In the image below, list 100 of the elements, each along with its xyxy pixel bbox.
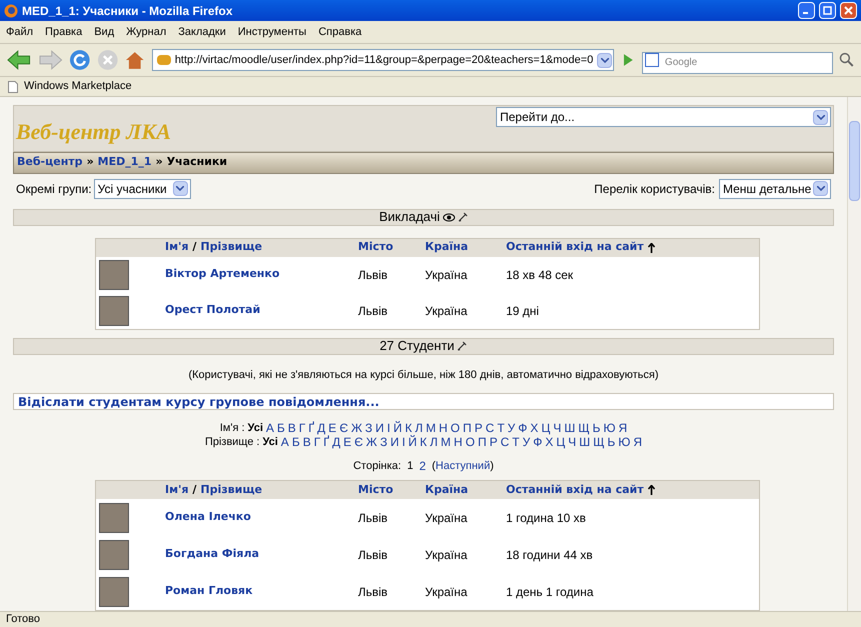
page-link[interactable]: 2 <box>419 457 426 475</box>
letter-filter-link[interactable]: К <box>420 435 427 449</box>
letter-filter-link[interactable]: Ч <box>568 435 576 449</box>
sort-link[interactable]: Останній вхід на сайт <box>506 239 644 256</box>
letter-filter-link[interactable]: Р <box>489 435 498 449</box>
search-field[interactable]: Google <box>642 52 834 74</box>
letter-filter-link[interactable]: М <box>440 435 451 449</box>
next-page-link[interactable]: Наступний <box>436 458 490 474</box>
groups-dropdown[interactable]: Усі учасники <box>94 178 191 198</box>
letter-filter-link[interactable]: А <box>280 435 289 449</box>
edit-icon[interactable] <box>458 212 468 222</box>
maximize-button[interactable] <box>819 2 836 19</box>
letter-filter-link[interactable]: Н <box>438 421 448 435</box>
letter-filter-link[interactable]: Й <box>408 435 417 449</box>
letter-filter-link[interactable]: Ф <box>518 421 528 435</box>
letter-filter-link[interactable]: П <box>478 435 486 449</box>
sort-link[interactable]: Прізвище <box>200 482 262 498</box>
letter-filter-link[interactable]: Ч <box>553 421 562 435</box>
letter-filter-link[interactable]: Я <box>633 435 642 449</box>
letter-filter-link[interactable]: Ю <box>603 421 616 435</box>
scrollbar[interactable] <box>847 97 861 611</box>
letter-filter-link[interactable]: Б <box>292 435 300 449</box>
sort-link[interactable]: Місто <box>358 239 425 256</box>
letter-filter-link[interactable]: Ґ <box>323 435 330 449</box>
letter-filter-link[interactable]: Ш <box>564 421 576 435</box>
search-icon[interactable] <box>839 52 855 68</box>
page-link[interactable]: 1 <box>407 458 414 474</box>
user-name-link[interactable]: Роман Гловяк <box>165 583 358 600</box>
letter-filter-link[interactable]: Ю <box>618 435 630 449</box>
letter-filter-link[interactable]: Є <box>354 435 363 449</box>
menu-item[interactable]: Справка <box>316 24 364 40</box>
letter-filter-link[interactable]: Д <box>332 435 340 449</box>
sort-link[interactable]: Ім'я <box>165 482 189 498</box>
user-name-link[interactable]: Олена Ілечко <box>165 509 358 526</box>
letter-filter-link[interactable]: Н <box>454 435 462 449</box>
letter-filter-link[interactable]: О <box>450 421 460 435</box>
letter-filter-link[interactable]: У <box>508 421 516 435</box>
letter-filter-link[interactable]: И <box>390 435 399 449</box>
letter-filter-link[interactable]: В <box>302 435 311 449</box>
letter-filter-link[interactable]: А <box>266 421 274 435</box>
letter-filter-link[interactable]: Ц <box>541 421 550 435</box>
letter-filter-link[interactable]: П <box>462 421 472 435</box>
sort-link[interactable]: Останній вхід на сайт <box>506 482 644 498</box>
sort-link[interactable]: Місто <box>358 482 425 498</box>
letter-filter-link[interactable]: Г <box>298 421 306 435</box>
letter-filter-link[interactable]: Ш <box>579 435 590 449</box>
letter-filter-link[interactable]: Р <box>474 421 483 435</box>
letter-filter-link[interactable]: Й <box>393 421 402 435</box>
breadcrumb-link[interactable]: Веб-центр <box>17 154 83 171</box>
letter-filter-link[interactable]: Т <box>512 435 520 449</box>
letter-filter-link[interactable]: І <box>387 421 390 435</box>
letter-filter-link[interactable]: Ґ <box>308 421 314 435</box>
letter-filter-link[interactable]: Ь <box>607 435 616 449</box>
letter-filter-link[interactable]: Х <box>530 421 538 435</box>
letter-filter-link[interactable]: Ж <box>366 435 378 449</box>
letter-filter-link[interactable]: Б <box>277 421 285 435</box>
back-arrow-icon[interactable] <box>6 49 32 71</box>
menu-item[interactable]: Инструменты <box>236 24 308 40</box>
user-name-link[interactable]: Орест Полотай <box>165 302 358 319</box>
breadcrumb-link[interactable]: MED_1_1 <box>98 154 152 171</box>
letter-filter-link[interactable]: С <box>486 421 494 435</box>
letter-filter-link[interactable]: У <box>522 435 530 449</box>
letter-filter-link[interactable]: Х <box>545 435 554 449</box>
edit-icon[interactable] <box>457 341 468 351</box>
letter-filter-link[interactable]: Щ <box>578 421 590 435</box>
user-name-link[interactable]: Віктор Артеменко <box>165 266 358 283</box>
menu-item[interactable]: Журнал <box>124 24 168 40</box>
letter-filter-link[interactable]: З <box>380 435 388 449</box>
menu-item[interactable]: Файл <box>4 24 36 40</box>
letter-filter-link[interactable]: Г <box>314 435 320 449</box>
letter-filter-link[interactable]: М <box>426 421 436 435</box>
letter-filter-link[interactable]: Усі <box>248 421 263 435</box>
letter-filter-link[interactable]: Я <box>618 421 628 435</box>
letter-filter-link[interactable]: В <box>288 421 296 435</box>
reload-icon[interactable] <box>69 49 91 71</box>
menu-item[interactable]: Вид <box>92 24 116 40</box>
letter-filter-link[interactable]: Е <box>328 421 336 435</box>
minimize-button[interactable] <box>798 2 815 19</box>
close-button[interactable] <box>840 2 857 19</box>
letter-filter-link[interactable]: Є <box>339 421 348 435</box>
letter-filter-link[interactable]: З <box>365 421 372 435</box>
home-icon[interactable] <box>124 49 146 71</box>
user-name-link[interactable]: Богдана Фіяла <box>165 546 358 563</box>
letter-filter-link[interactable]: Л <box>430 435 438 449</box>
letter-filter-link[interactable]: Е <box>343 435 352 449</box>
letter-filter-link[interactable]: Ь <box>592 421 600 435</box>
jump-dropdown[interactable]: Перейти до... <box>496 107 831 127</box>
list-mode-dropdown[interactable]: Менш детальне <box>719 178 831 198</box>
letter-filter-link[interactable]: С <box>500 435 510 449</box>
menu-item[interactable]: Закладки <box>176 24 228 40</box>
sort-link[interactable]: Країна <box>425 482 506 498</box>
sort-link[interactable]: Прізвище <box>200 239 262 256</box>
letter-filter-link[interactable]: И <box>375 421 384 435</box>
letter-filter-link[interactable]: О <box>465 435 475 449</box>
letter-filter-link[interactable]: Ц <box>556 435 566 449</box>
letter-filter-link[interactable]: Л <box>415 421 423 435</box>
eye-icon[interactable] <box>442 212 455 222</box>
sort-link[interactable]: Країна <box>425 239 506 256</box>
letter-filter-link[interactable]: Д <box>317 421 326 435</box>
bookmark-link[interactable]: Windows Marketplace <box>24 78 132 95</box>
